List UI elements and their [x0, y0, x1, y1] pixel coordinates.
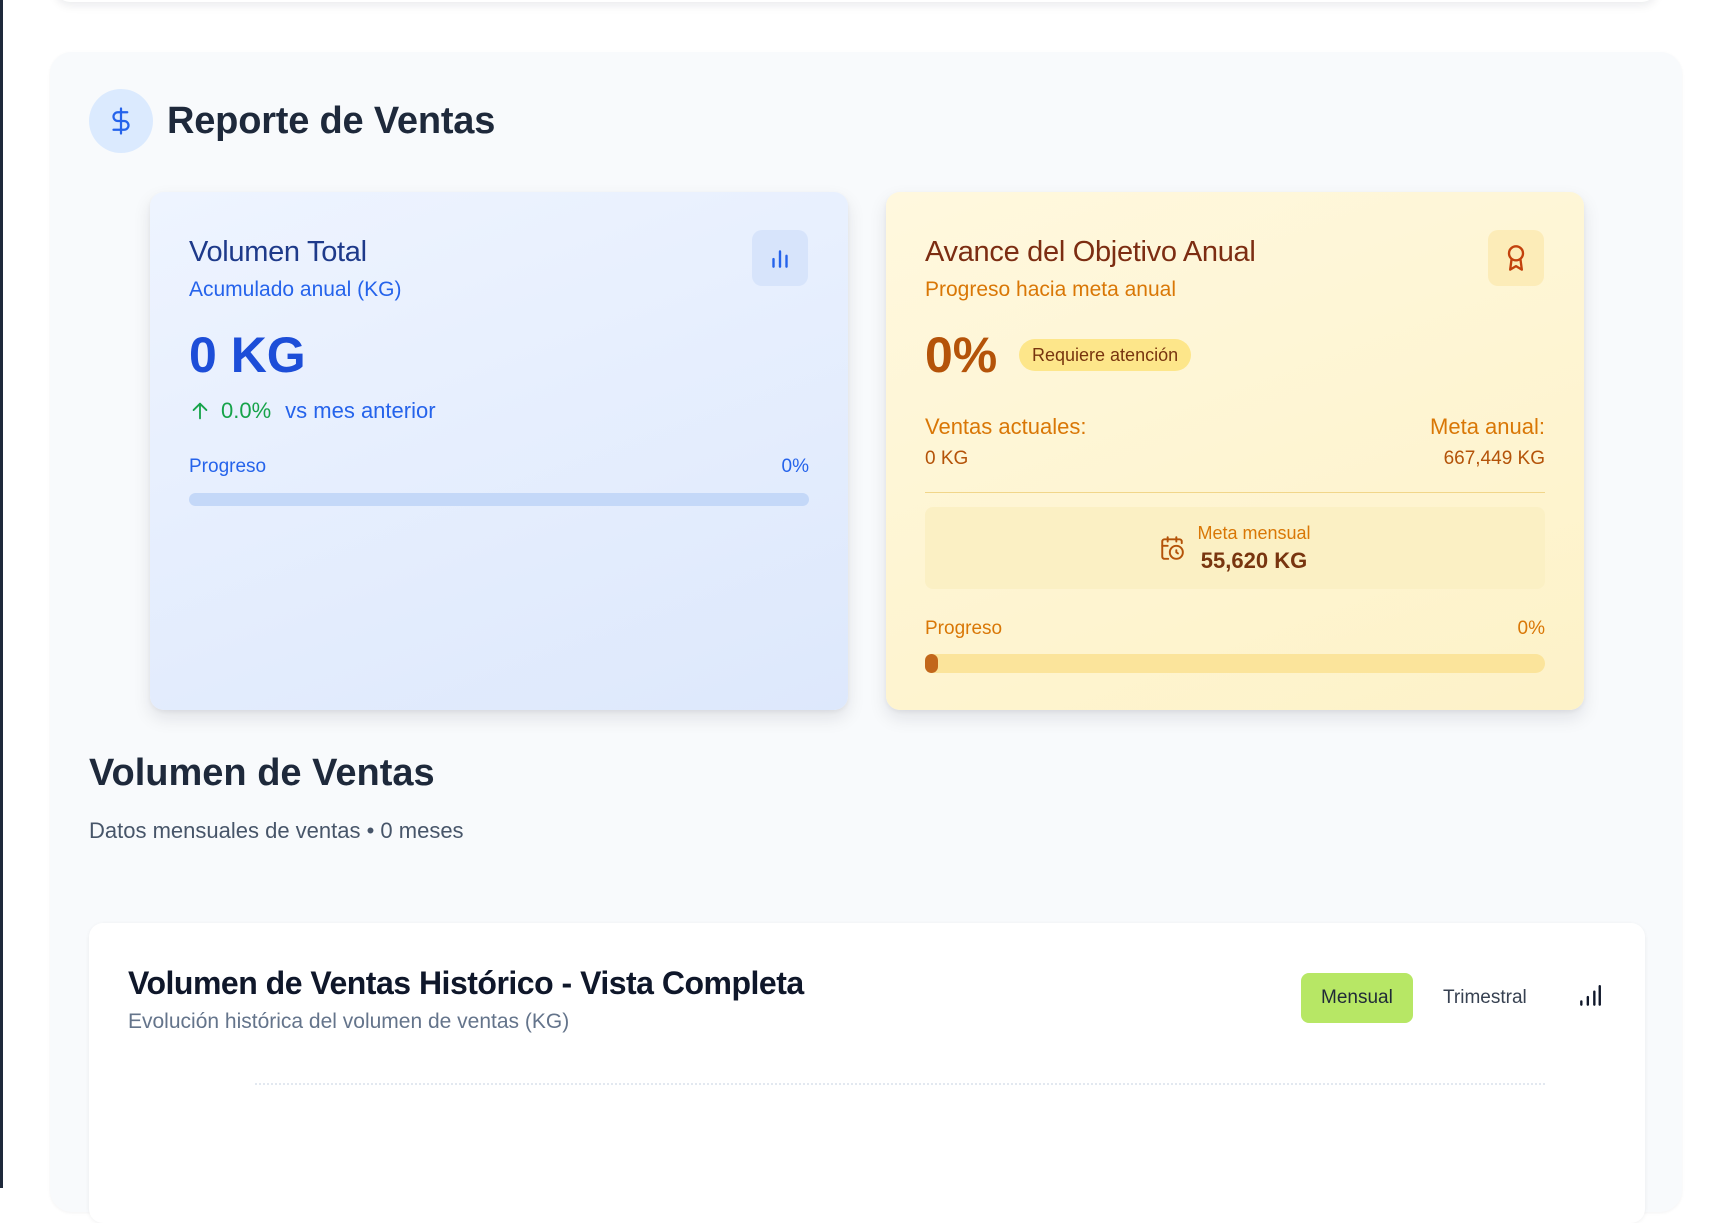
- progress-label: Progreso: [189, 456, 267, 477]
- chart-title: Volumen de Ventas Histórico - Vista Comp…: [128, 965, 804, 1001]
- current-sales-label: Ventas actuales:: [925, 414, 1087, 439]
- volume-total-value: 0 KG: [189, 327, 306, 383]
- trend-text: vs mes anterior: [285, 398, 436, 423]
- chart-subtitle: Evolución histórica del volumen de venta…: [128, 1010, 570, 1033]
- monthly-goal-label: Meta mensual: [1197, 522, 1311, 543]
- annual-goal-label: Meta anual:: [1430, 414, 1545, 439]
- report-title: Reporte de Ventas: [167, 99, 496, 142]
- chart-gridline: [255, 1083, 1545, 1085]
- sales-history-chart-card: Volumen de Ventas Histórico - Vista Comp…: [89, 923, 1645, 1223]
- calendar-clock-icon: [1159, 535, 1185, 561]
- annual-goal-card: Avance del Objetivo Anual Progreso hacia…: [886, 192, 1584, 710]
- bar-chart-icon: [752, 230, 808, 286]
- status-badge: Requiere atención: [1019, 339, 1192, 371]
- progress-percent: 0%: [781, 456, 809, 477]
- goal-progress-fill: [925, 654, 938, 673]
- divider: [925, 492, 1545, 493]
- award-icon: [1488, 230, 1544, 286]
- monthly-goal-value: 55,620 KG: [1200, 547, 1308, 573]
- report-header: Reporte de Ventas: [89, 89, 495, 153]
- progress-label: Progreso: [925, 618, 1003, 639]
- volume-card-subtitle: Acumulado anual (KG): [189, 278, 402, 301]
- quarterly-toggle-button[interactable]: Trimestral: [1423, 973, 1547, 1023]
- section-subtitle: Datos mensuales de ventas • 0 meses: [89, 818, 464, 843]
- volume-progress-bar: [189, 493, 809, 506]
- monthly-toggle-button[interactable]: Mensual: [1301, 973, 1413, 1023]
- current-sales-value: 0 KG: [925, 448, 969, 469]
- window-edge: [0, 0, 3, 1188]
- monthly-goal-box: Meta mensual 55,620 KG: [925, 507, 1545, 589]
- annual-goal-value: 667,449 KG: [1443, 448, 1545, 469]
- goal-card-title: Avance del Objetivo Anual: [925, 236, 1256, 268]
- volume-card-title: Volumen Total: [189, 236, 367, 268]
- previous-card-edge: [56, 0, 1656, 2]
- goal-card-subtitle: Progreso hacia meta anual: [925, 278, 1176, 301]
- dollar-icon: [89, 89, 153, 153]
- trend-indicator: 0.0% vs mes anterior: [189, 398, 436, 424]
- trend-percent: 0.0%: [221, 398, 272, 423]
- monthly-goal-text: Meta mensual 55,620 KG: [1197, 523, 1310, 574]
- bar-chart-icon[interactable]: [1577, 983, 1603, 1009]
- volume-total-card: Volumen Total Acumulado anual (KG) 0 KG …: [150, 192, 848, 710]
- progress-percent: 0%: [1517, 618, 1545, 639]
- goal-progress-bar: [925, 654, 1545, 673]
- section-title: Volumen de Ventas: [89, 752, 435, 794]
- arrow-up-icon: [189, 400, 211, 422]
- goal-percent: 0%: [925, 327, 998, 383]
